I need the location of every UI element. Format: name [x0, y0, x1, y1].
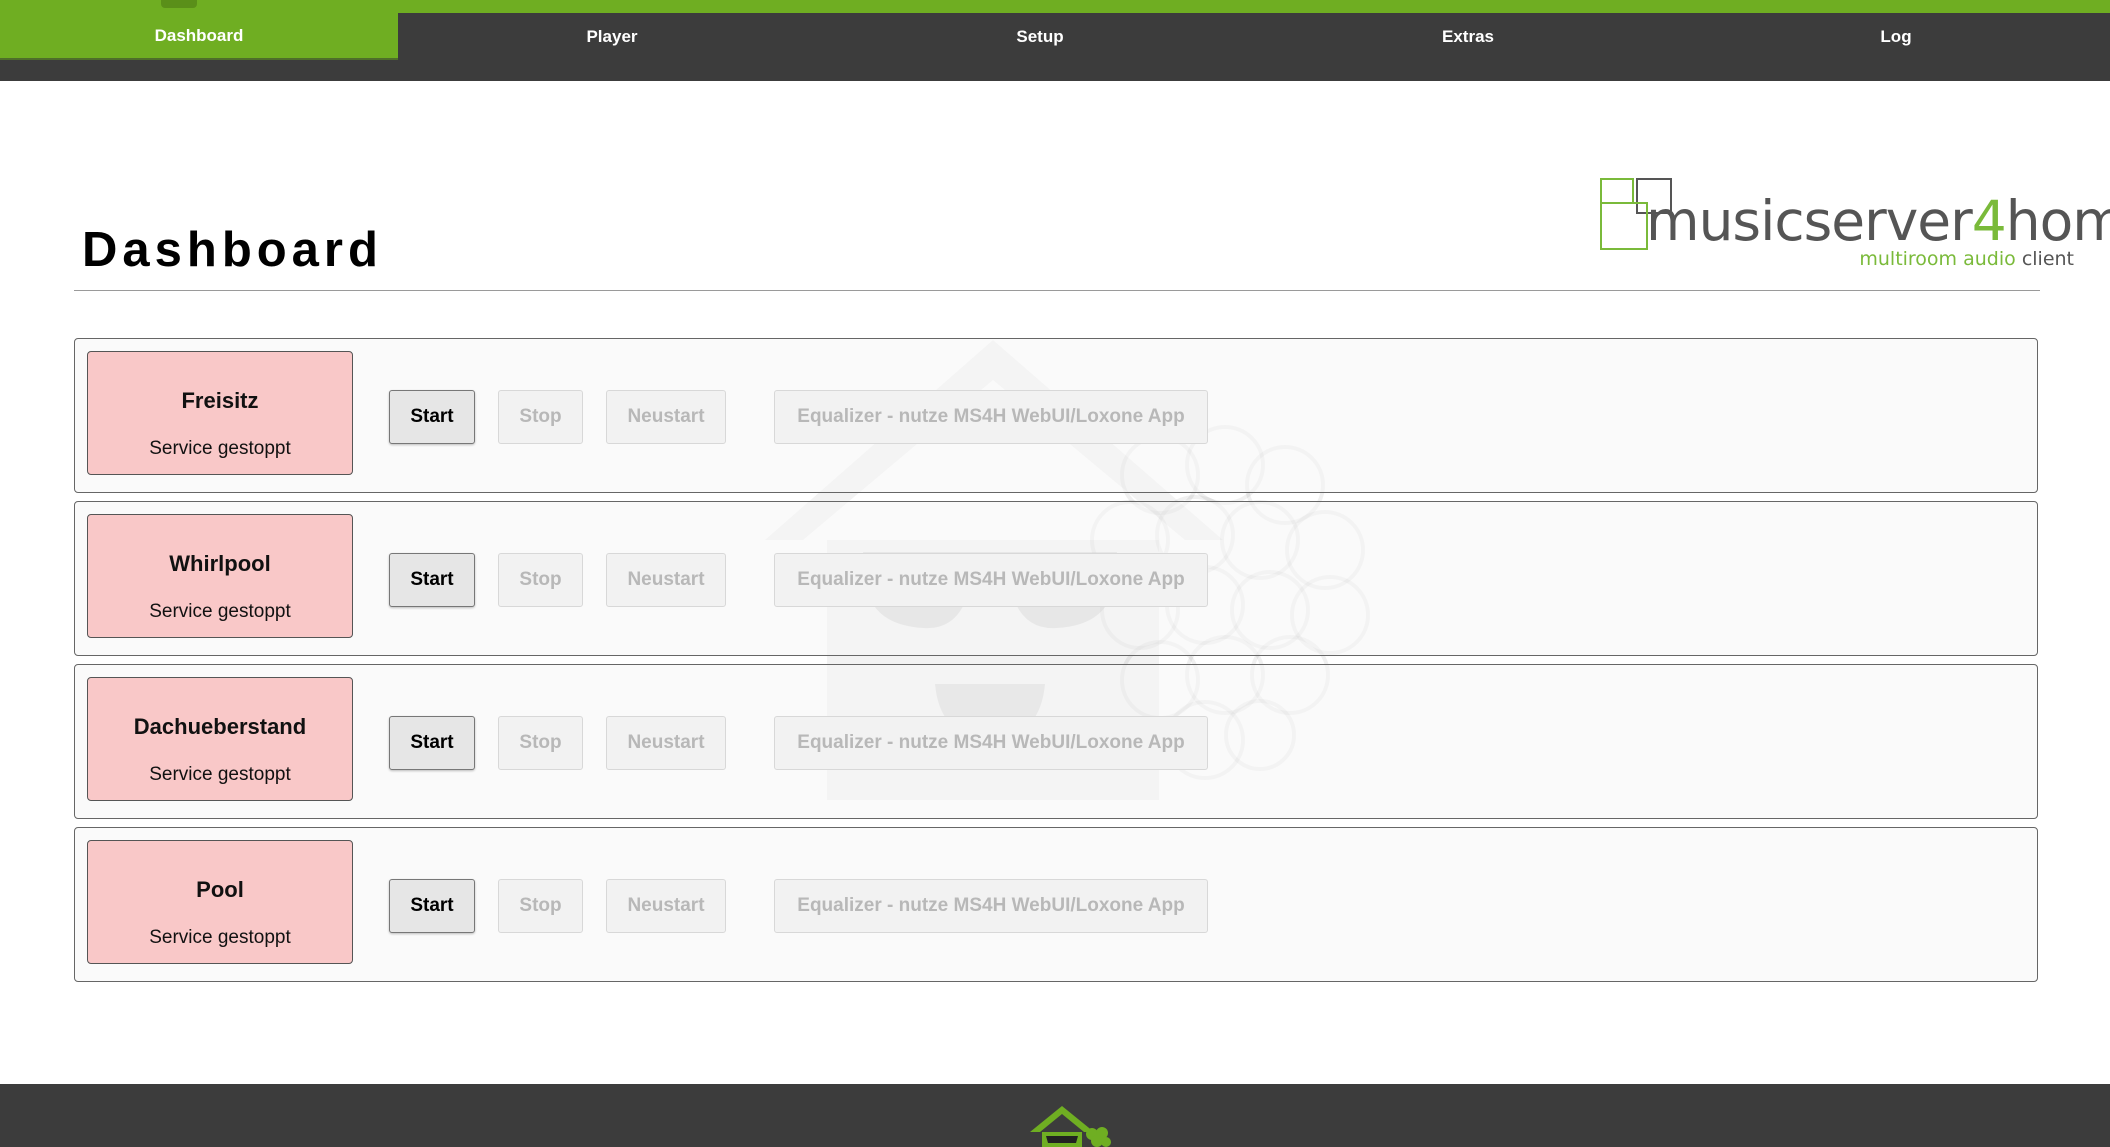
zone-status-card: Whirlpool Service gestoppt: [87, 514, 353, 638]
nav-item-player[interactable]: Player: [586, 13, 637, 60]
logo-square-small: [1600, 178, 1634, 204]
restart-button[interactable]: Neustart: [606, 716, 726, 770]
nav-slot-extras: Extras: [1254, 13, 1682, 60]
zone-name: Whirlpool: [169, 551, 271, 576]
footer-house-logo-icon: [1030, 1106, 1111, 1147]
restart-button[interactable]: Neustart: [606, 390, 726, 444]
logo-tagline-part2: client: [2021, 248, 2074, 270]
top-accent-strip: [0, 0, 2110, 13]
nav-item-log[interactable]: Log: [1880, 13, 1911, 60]
zone-status: Service gestoppt: [149, 438, 291, 459]
zone-status-card: Freisitz Service gestoppt: [87, 351, 353, 475]
start-button[interactable]: Start: [389, 716, 475, 770]
navigation-subbar: [0, 60, 2110, 81]
nav-slot-log: Log: [1682, 13, 2110, 60]
equalizer-button[interactable]: Equalizer - nutze MS4H WebUI/Loxone App: [774, 553, 1208, 607]
logo-tagline: multiroom audio client: [1859, 248, 2074, 270]
zone-status: Service gestoppt: [149, 764, 291, 785]
logo-wordmark: musicserver4home: [1646, 194, 2110, 249]
logo-square-large: [1600, 202, 1648, 250]
zone-row: Freisitz Service gestoppt Start Stop Neu…: [74, 338, 2038, 493]
nav-slot-player: Player: [398, 13, 826, 60]
main-navigation: Dashboard Player Setup Extras Log: [0, 13, 2110, 60]
nav-item-dashboard[interactable]: Dashboard: [0, 13, 398, 60]
start-button[interactable]: Start: [389, 390, 475, 444]
restart-button[interactable]: Neustart: [606, 553, 726, 607]
top-tab-nub: [161, 0, 197, 8]
zone-status: Service gestoppt: [149, 927, 291, 948]
zone-name: Dachueberstand: [133, 714, 307, 739]
nav-item-setup[interactable]: Setup: [1016, 13, 1063, 60]
title-divider: [74, 290, 2040, 291]
zone-row: Dachueberstand Service gestoppt Start St…: [74, 664, 2038, 819]
stop-button[interactable]: Stop: [498, 879, 583, 933]
nav-item-extras[interactable]: Extras: [1442, 13, 1494, 60]
logo-word-part2: home: [2005, 189, 2110, 253]
nav-slot-setup: Setup: [826, 13, 1254, 60]
stop-button[interactable]: Stop: [498, 390, 583, 444]
stop-button[interactable]: Stop: [498, 553, 583, 607]
zone-name: Pool: [196, 877, 244, 902]
zone-status-card: Dachueberstand Service gestoppt: [87, 677, 353, 801]
stop-button[interactable]: Stop: [498, 716, 583, 770]
zone-row: Whirlpool Service gestoppt Start Stop Ne…: [74, 501, 2038, 656]
musicserver4home-logo: musicserver4home multiroom audio client: [1596, 172, 2110, 274]
logo-tagline-part1: multiroom audio: [1859, 248, 2016, 270]
zone-status-card: Pool Service gestoppt: [87, 840, 353, 964]
restart-button[interactable]: Neustart: [606, 879, 726, 933]
start-button[interactable]: Start: [389, 553, 475, 607]
logo-word-part1: musicserver: [1646, 189, 1973, 253]
zone-name: Freisitz: [181, 388, 259, 413]
logo-word-digit: 4: [1971, 189, 2007, 253]
equalizer-button[interactable]: Equalizer - nutze MS4H WebUI/Loxone App: [774, 879, 1208, 933]
equalizer-button[interactable]: Equalizer - nutze MS4H WebUI/Loxone App: [774, 716, 1208, 770]
equalizer-button[interactable]: Equalizer - nutze MS4H WebUI/Loxone App: [774, 390, 1208, 444]
footer: [0, 1084, 2110, 1147]
zone-status: Service gestoppt: [149, 601, 291, 622]
zone-row: Pool Service gestoppt Start Stop Neustar…: [74, 827, 2038, 982]
page-title: Dashboard: [82, 223, 383, 277]
start-button[interactable]: Start: [389, 879, 475, 933]
